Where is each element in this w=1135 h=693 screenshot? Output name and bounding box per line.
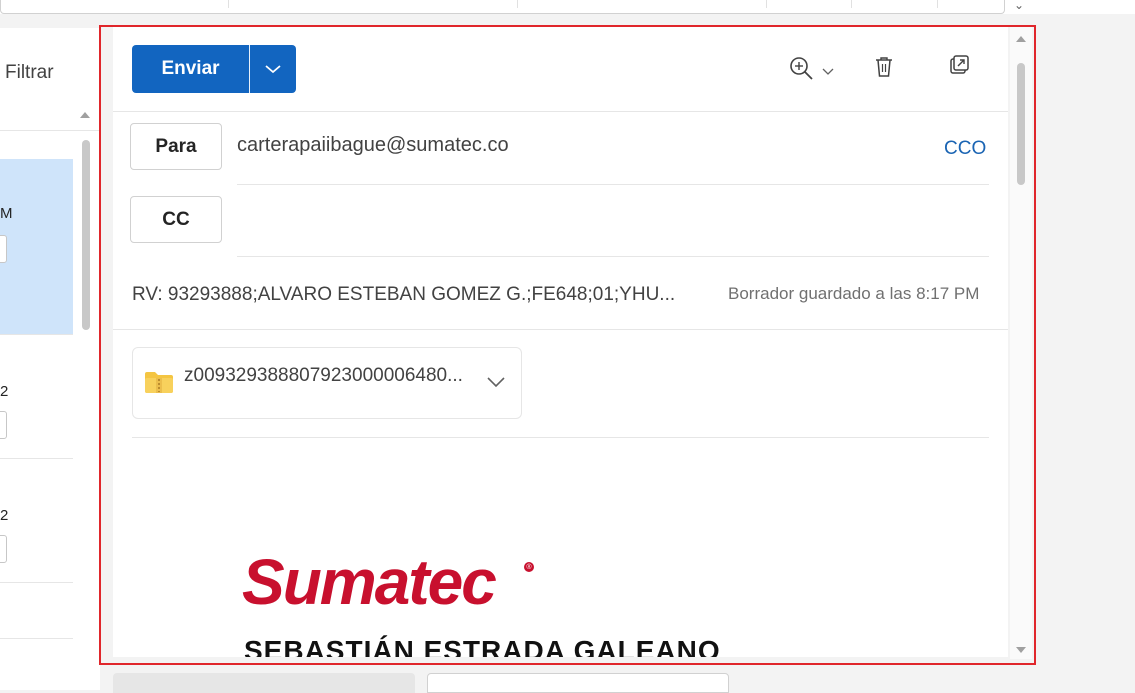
- filter-button[interactable]: Filtrar: [5, 62, 54, 84]
- send-button[interactable]: Enviar: [132, 45, 249, 93]
- ribbon-separator: [851, 0, 852, 8]
- signature-name: SEBASTIÁN ESTRADA GALEANO: [244, 635, 721, 657]
- attachment-name: z009329388807923000006480...: [184, 365, 463, 386]
- ribbon-separator: [937, 0, 938, 8]
- compose-pane: Enviar Para carterapaiibague@sumatec.co …: [113, 27, 1008, 657]
- divider: [237, 256, 989, 257]
- cc-button[interactable]: CC: [130, 196, 222, 243]
- pop-out-button[interactable]: [949, 55, 969, 75]
- attachment-card[interactable]: z009329388807923000006480...: [132, 347, 522, 419]
- compose-scrollbar[interactable]: [1010, 27, 1032, 659]
- to-field[interactable]: carterapaiibague@sumatec.co: [237, 134, 509, 157]
- bottom-tab[interactable]: [427, 673, 729, 693]
- list-item[interactable]: 2: [0, 335, 73, 459]
- subject-field[interactable]: RV: 93293888;ALVARO ESTEBAN GOMEZ G.;FE6…: [132, 284, 675, 306]
- registered-mark-icon: ®: [524, 562, 534, 572]
- divider: [132, 437, 989, 438]
- bcc-link[interactable]: CCO: [944, 138, 986, 160]
- scroll-down-arrow-icon[interactable]: [1016, 647, 1026, 653]
- attachment-menu-button[interactable]: [486, 375, 506, 393]
- top-toolbar-strip: ⌄: [0, 0, 1135, 14]
- send-button-group: Enviar: [132, 45, 296, 93]
- divider: [113, 111, 1008, 112]
- list-item[interactable]: 2: [0, 459, 73, 583]
- message-list: Filtrar M 2 2: [0, 28, 100, 690]
- trash-icon: [876, 57, 892, 77]
- zoom-in-icon: [790, 57, 834, 80]
- zip-folder-icon: [144, 370, 174, 399]
- chevron-down-icon: [487, 377, 505, 388]
- chevron-down-icon[interactable]: ⌄: [1014, 0, 1024, 12]
- ribbon-separator: [228, 0, 229, 8]
- send-options-button[interactable]: [249, 45, 296, 93]
- ribbon-separator: [766, 0, 767, 8]
- to-button[interactable]: Para: [130, 123, 222, 170]
- list-item[interactable]: M: [0, 159, 73, 335]
- divider: [113, 329, 1008, 330]
- list-item[interactable]: [0, 583, 73, 639]
- scroll-up-arrow-icon[interactable]: [1016, 36, 1026, 42]
- list-item-chip: [0, 535, 7, 563]
- list-item-fragment: 2: [0, 383, 9, 400]
- bottom-tab[interactable]: [113, 673, 415, 693]
- divider: [0, 130, 100, 131]
- scrollbar-thumb[interactable]: [1017, 63, 1025, 185]
- pop-out-icon: [950, 55, 969, 74]
- list-item-fragment: M: [0, 205, 13, 222]
- zoom-button[interactable]: [788, 55, 836, 83]
- list-item-fragment: 2: [0, 507, 9, 524]
- ribbon-bar: [0, 0, 1005, 14]
- sumatec-logo: Sumatec: [242, 546, 497, 618]
- discard-button[interactable]: [874, 55, 894, 79]
- chevron-down-icon: [265, 65, 281, 74]
- scrollbar-thumb[interactable]: [82, 140, 90, 330]
- scroll-up-arrow-icon[interactable]: [80, 112, 90, 118]
- list-item-chip: [0, 235, 7, 263]
- list-item-chip: [0, 411, 7, 439]
- ribbon-separator: [517, 0, 518, 8]
- draft-status: Borrador guardado a las 8:17 PM: [728, 284, 980, 303]
- divider: [237, 184, 989, 185]
